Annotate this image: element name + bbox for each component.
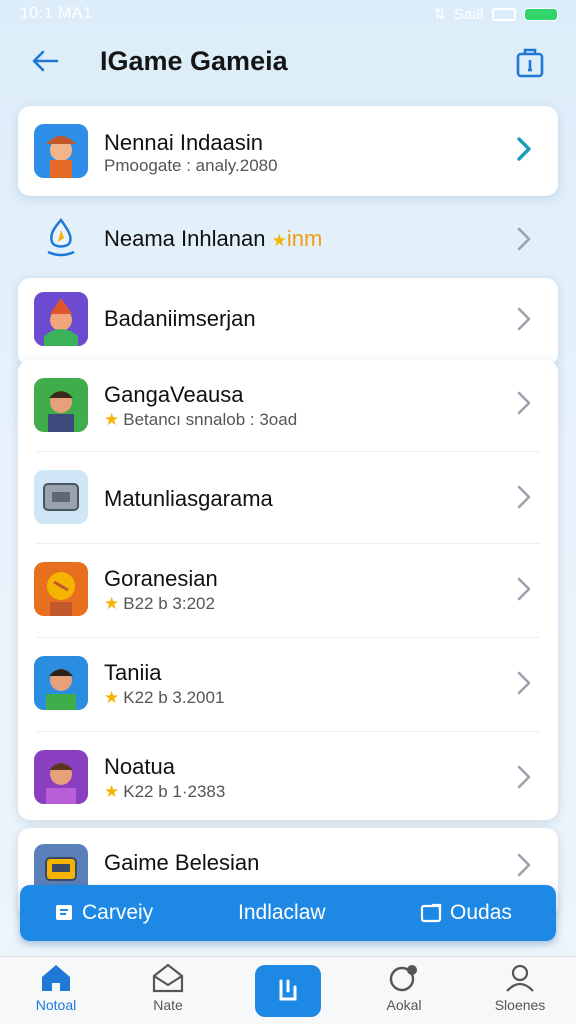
chevron-right-icon (517, 391, 531, 415)
row-badge: inm (286, 226, 323, 251)
row-subtitle-wrap: ★ K22 b 3.2001 (104, 688, 224, 708)
row-title: Nennai Indaasin (104, 130, 264, 155)
row-title: Matunliasgarama (104, 486, 273, 511)
oudas-button[interactable]: Oudas (420, 885, 512, 941)
app-header: IGame Gameia (0, 30, 576, 96)
row-title: Badaniimserjan (104, 306, 256, 331)
row-title-with-badge: Neama Inhlanan ★inm (104, 226, 322, 252)
list-item[interactable]: Goranesian ★ B22 b 3:202 (18, 544, 558, 638)
row-subtitle: K22 b 3.2001 (123, 688, 225, 707)
game-avatar-icon (34, 292, 88, 346)
star-icon: ★ (104, 688, 120, 707)
chevron-right-icon (517, 485, 531, 509)
flame-icon (34, 212, 88, 266)
star-icon: ★ (104, 782, 120, 801)
list-item[interactable]: Badaniimserjan (18, 278, 558, 360)
battery-outline-icon (492, 7, 516, 21)
profile-icon (506, 964, 534, 992)
bookmark-box-icon (279, 979, 297, 1001)
star-icon: ★ (104, 594, 120, 613)
back-arrow-icon (32, 50, 59, 72)
status-time: 10:1 MA1 (20, 5, 93, 22)
list-item[interactable]: Matunliasgarama (18, 452, 558, 544)
nav-home[interactable]: Notoal (8, 963, 104, 1023)
row-title: Goranesian (104, 566, 218, 591)
battery-icon (524, 7, 558, 21)
nav-aokal[interactable]: Aokal (356, 963, 452, 1023)
row-subtitle: B22 b 3:202 (123, 594, 215, 613)
home-icon (42, 965, 70, 991)
chest-icon (34, 470, 88, 524)
game-avatar-icon (34, 378, 88, 432)
mail-house-icon (152, 963, 184, 993)
back-button[interactable] (28, 44, 62, 78)
row-title: Neama Inhlanan (104, 226, 266, 251)
chevron-right-icon (517, 765, 531, 789)
nav-center-button[interactable] (255, 965, 321, 1017)
chevron-right-icon (517, 137, 531, 161)
bottom-nav: Notoal Nate Aokal Sloenes (0, 956, 576, 1024)
row-subtitle-wrap: ★ K22 b 1·2383 (104, 782, 225, 802)
row-title: Taniia (104, 660, 162, 685)
share-icon (516, 48, 544, 78)
nav-aokal-label: Aokal (386, 997, 422, 1013)
status-bar: 10:1 MA1 ⇅ Sai8 (0, 0, 576, 30)
row-subtitle-wrap: ★ Betancı snnalob : 3oad (104, 410, 297, 430)
notification-icon (389, 965, 417, 992)
signal-icon: ⇅ (433, 6, 446, 23)
game-avatar-icon (34, 124, 88, 178)
chevron-right-icon (517, 671, 531, 695)
page-title: IGame Gameia (100, 46, 288, 76)
nav-nate-label: Nate (153, 997, 183, 1013)
row-title: Gaime Belesian (104, 850, 260, 875)
row-title: Noatua (104, 754, 175, 779)
list-item[interactable]: GangaVeausa ★ Betancı snnalob : 3oad (18, 360, 558, 452)
nav-sloenes[interactable]: Sloenes (472, 963, 568, 1023)
nav-home-label: Notoal (35, 997, 77, 1013)
game-orb-icon (34, 562, 88, 616)
list-item[interactable]: Noatua ★ K22 b 1·2383 (18, 732, 558, 820)
action-center-label: Indlaclaw (238, 901, 326, 924)
star-icon: ★ (104, 410, 120, 429)
star-icon: ★ (271, 231, 287, 250)
list-item[interactable]: Nennai Indaasin Pmoogate : analy.2080 (18, 104, 558, 196)
row-subtitle: Pmoogate : analy.2080 (104, 156, 278, 175)
edit-box-icon (420, 903, 442, 923)
share-button[interactable] (512, 44, 548, 80)
row-subtitle: Betancı snnalob : 3oad (123, 410, 298, 429)
nav-nate[interactable]: Nate (120, 963, 216, 1023)
game-avatar-icon (34, 656, 88, 710)
chevron-right-icon (517, 853, 531, 877)
chevron-right-icon (517, 227, 531, 251)
chevron-right-icon (517, 307, 531, 331)
action-right-label: Oudas (450, 901, 512, 924)
status-carrier: Sai8 (453, 5, 484, 23)
row-title: GangaVeausa (104, 382, 244, 407)
game-avatar-icon (34, 750, 88, 804)
list-item[interactable]: Neama Inhlanan ★inm (18, 196, 558, 278)
status-icons: ⇅ Sai8 (433, 5, 558, 23)
row-subtitle: K22 b 1·2383 (123, 782, 226, 801)
action-bar: Carveiy Indlaclaw Oudas (20, 885, 556, 941)
list-item[interactable]: Taniia ★ K22 b 3.2001 (18, 638, 558, 732)
message-icon (56, 905, 72, 920)
row-subtitle-wrap: ★ B22 b 3:202 (104, 594, 215, 614)
action-left-label: Carveiy (82, 901, 154, 924)
nav-sloenes-label: Sloenes (494, 997, 546, 1013)
indlaclaw-button[interactable]: Indlaclaw (238, 885, 326, 941)
carveiy-button[interactable]: Carveiy (54, 885, 153, 941)
chevron-right-icon (517, 577, 531, 601)
